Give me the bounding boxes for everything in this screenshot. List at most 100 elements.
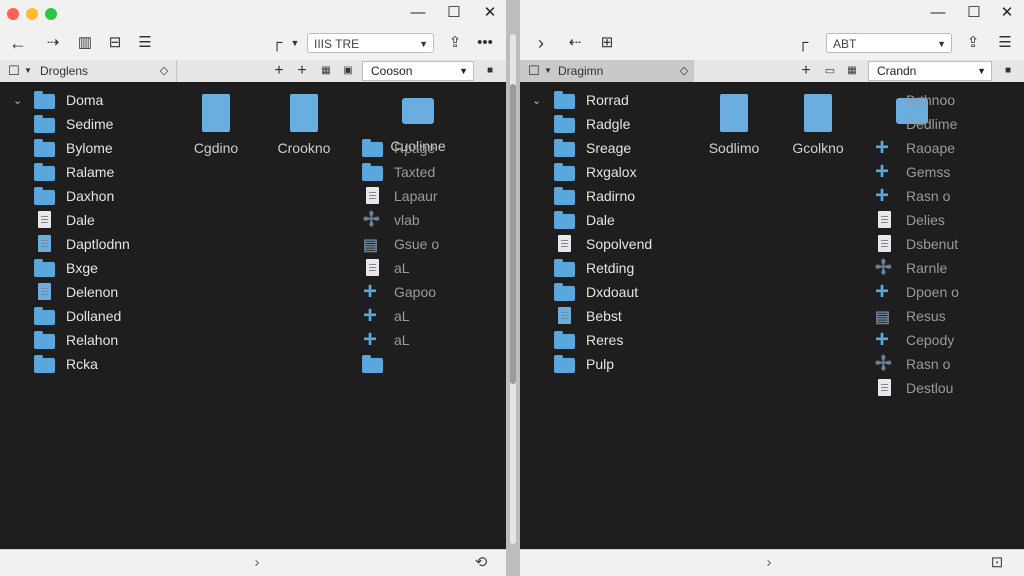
- close-dot[interactable]: [7, 8, 19, 20]
- minimize-dot[interactable]: [26, 8, 38, 20]
- folder-icon[interactable]: ▭: [822, 61, 838, 81]
- sidebar-item[interactable]: Sedime: [34, 112, 113, 136]
- sidebar-item[interactable]: Dale: [34, 208, 95, 232]
- sidebar-item[interactable]: Delenon: [34, 280, 118, 304]
- sidebar-item[interactable]: Rcka: [34, 352, 98, 376]
- updown-icon[interactable]: ◇: [156, 61, 172, 81]
- refresh-icon[interactable]: ⟲: [470, 553, 492, 573]
- stop-icon[interactable]: ■: [1000, 61, 1016, 81]
- view-combo[interactable]: ABT ▼: [826, 33, 952, 53]
- grid-icon[interactable]: ▦: [844, 61, 860, 81]
- list-item[interactable]: Rpage: [362, 136, 435, 160]
- minimize-icon[interactable]: —: [928, 3, 948, 23]
- close-icon[interactable]: ✕: [480, 3, 500, 23]
- list-item[interactable]: + Raoape: [874, 136, 955, 160]
- list-item[interactable]: ✢ Rarnle: [874, 256, 947, 280]
- list-item[interactable]: Lapaur: [362, 184, 438, 208]
- list-item[interactable]: ▤ Gsue o: [362, 232, 439, 256]
- location-label[interactable]: Droglens: [40, 63, 88, 79]
- list-item[interactable]: Taxted: [362, 160, 435, 184]
- sidebar-item[interactable]: Bxge: [34, 256, 98, 280]
- sidebar-item[interactable]: Bylome: [34, 136, 113, 160]
- minimize-icon[interactable]: —: [408, 3, 428, 23]
- sidebar-item[interactable]: Radirno: [554, 184, 635, 208]
- forward-icon[interactable]: ⇢: [42, 33, 64, 53]
- grid-view-icon[interactable]: ⊞: [596, 33, 618, 53]
- search-combo[interactable]: Crandn ▼: [868, 61, 992, 81]
- chevron-right-icon[interactable]: ›: [758, 553, 780, 573]
- grid-item[interactable]: Sodlimo: [694, 94, 774, 156]
- maximize-icon[interactable]: ☐: [444, 3, 464, 23]
- sidebar-item[interactable]: Retding: [554, 256, 634, 280]
- sidebar-item[interactable]: Dollaned: [34, 304, 121, 328]
- chevron-right-icon[interactable]: ›: [246, 553, 268, 573]
- list-item[interactable]: aL: [362, 256, 410, 280]
- sidebar-item[interactable]: Radgle: [554, 112, 630, 136]
- grid-icon[interactable]: ▦: [318, 61, 334, 81]
- list-item[interactable]: + Gapoo: [362, 280, 436, 304]
- view-combo[interactable]: IIIS TRE ▼: [307, 33, 434, 53]
- list-item[interactable]: Dsbenut: [874, 232, 958, 256]
- chevron-down-icon[interactable]: ⌄: [13, 94, 22, 107]
- tag-icon[interactable]: ▣: [340, 61, 356, 81]
- close-icon[interactable]: ✕: [997, 3, 1017, 23]
- list-item[interactable]: + aL: [362, 328, 410, 352]
- dropdown-icon[interactable]: ▼: [20, 61, 36, 81]
- sidebar-item[interactable]: Sreage: [554, 136, 631, 160]
- list-item[interactable]: + Gemss: [874, 160, 950, 184]
- stop-icon[interactable]: ■: [482, 61, 498, 81]
- updown-icon[interactable]: ◇: [676, 61, 692, 81]
- forward-icon[interactable]: ›: [530, 33, 552, 53]
- dropdown-icon[interactable]: ▼: [540, 61, 556, 81]
- folder-tray-icon[interactable]: ⊟: [104, 33, 126, 53]
- list-item[interactable]: Brthnoo: [874, 88, 955, 112]
- list-item[interactable]: + Rasn o: [874, 184, 950, 208]
- sidebar-item[interactable]: Reres: [554, 328, 623, 352]
- sort-dropdown-icon[interactable]: ▼: [284, 33, 306, 53]
- info-icon[interactable]: ⊡: [986, 553, 1008, 573]
- list-item[interactable]: ✢ vlab: [362, 208, 420, 232]
- list-item[interactable]: ✢ Rasn o: [874, 352, 950, 376]
- sidebar-item[interactable]: Ralame: [34, 160, 114, 184]
- columns-icon[interactable]: ▥: [74, 33, 96, 53]
- add-icon[interactable]: +: [798, 61, 814, 81]
- sidebar-item[interactable]: Bebst: [554, 304, 622, 328]
- window-divider[interactable]: [506, 0, 520, 576]
- list-item[interactable]: ▤ Resus: [874, 304, 946, 328]
- sort-icon[interactable]: ┌: [792, 33, 814, 53]
- sidebar-item[interactable]: Daxhon: [34, 184, 114, 208]
- sidebar-item[interactable]: Sopolvend: [554, 232, 652, 256]
- share-icon[interactable]: ⇪: [444, 33, 466, 53]
- zoom-dot[interactable]: [45, 8, 57, 20]
- list-item[interactable]: Dedlime: [874, 112, 957, 136]
- sidebar-item[interactable]: Daptlodnn: [34, 232, 130, 256]
- list-item[interactable]: + Cepody: [874, 328, 954, 352]
- scrollbar-thumb[interactable]: [510, 84, 516, 384]
- sidebar-item[interactable]: Doma: [34, 88, 103, 112]
- grid-item[interactable]: Gcolkno: [778, 94, 858, 156]
- sidebar-item[interactable]: Rorrad: [554, 88, 629, 112]
- grid-item[interactable]: Crookno: [264, 94, 344, 156]
- list-item[interactable]: + Dpoen o: [874, 280, 959, 304]
- sidebar-item[interactable]: Dale: [554, 208, 615, 232]
- search-combo[interactable]: Cooson ▼: [362, 61, 474, 81]
- list-view-icon[interactable]: ☰: [134, 33, 156, 53]
- back-icon[interactable]: ←: [7, 33, 29, 53]
- add-icon[interactable]: +: [271, 61, 287, 81]
- grid-item[interactable]: Cgdino: [176, 94, 256, 156]
- more-icon[interactable]: •••: [474, 33, 496, 53]
- sidebar-item[interactable]: Relahon: [34, 328, 118, 352]
- add-folder-icon[interactable]: +: [294, 61, 310, 81]
- list-item[interactable]: + aL: [362, 304, 410, 328]
- sidebar-item[interactable]: Dxdoaut: [554, 280, 638, 304]
- sidebar-item[interactable]: Rxgalox: [554, 160, 637, 184]
- list-item[interactable]: [362, 352, 394, 376]
- list-item[interactable]: Destlou: [874, 376, 953, 400]
- chevron-down-icon[interactable]: ⌄: [532, 94, 541, 107]
- back-icon[interactable]: ⇠: [564, 33, 586, 53]
- maximize-icon[interactable]: ☐: [964, 3, 984, 23]
- menu-icon[interactable]: ☰: [994, 33, 1016, 53]
- share-icon[interactable]: ⇪: [962, 33, 984, 53]
- sidebar-item[interactable]: Pulp: [554, 352, 614, 376]
- list-item[interactable]: Delies: [874, 208, 945, 232]
